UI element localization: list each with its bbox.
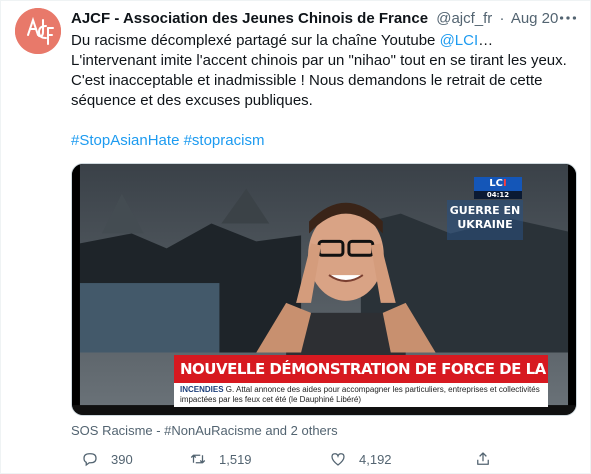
topic-line-2: UKRAINE — [457, 218, 513, 231]
ticker-text: G. Attal annonce des aides pour accompag… — [180, 385, 540, 404]
news-headline: NOUVELLE DÉMONSTRATION DE FORCE DE LA CH… — [174, 355, 548, 383]
share-button[interactable] — [474, 450, 504, 468]
retweet-button[interactable]: 1,519 — [189, 450, 252, 468]
reply-button[interactable]: 390 — [81, 450, 133, 468]
video-player[interactable]: LCI 04:12 GUERRE EN UKRAINE NOUVELLE DÉM… — [71, 163, 577, 416]
share-icon — [477, 452, 489, 465]
retweet-icon — [190, 454, 206, 464]
avatar[interactable] — [15, 8, 61, 54]
reply-icon — [83, 453, 97, 467]
topic-line-1: GUERRE EN — [449, 204, 521, 217]
hashtag-stopasianhate[interactable]: #StopAsianHate — [71, 132, 179, 149]
tweet-text-part1: Du racisme décomplexé partagé sur la cha… — [71, 32, 440, 49]
channel-logo-right: I — [502, 178, 507, 189]
topic-tag: GUERRE EN UKRAINE — [447, 200, 523, 240]
author-handle[interactable]: @ajcf_fr — [436, 10, 492, 27]
author-name[interactable]: AJCF - Association des Jeunes Chinois de… — [71, 10, 428, 27]
reply-count: 390 — [111, 451, 133, 467]
ticker-label: INCENDIES — [180, 385, 224, 394]
tweet-date[interactable]: Aug 20 — [511, 10, 559, 27]
ajcf-logo — [15, 8, 61, 54]
separator-dot: · — [499, 10, 505, 27]
mention-link[interactable]: @LCI — [440, 32, 479, 49]
more-icon[interactable] — [557, 7, 579, 29]
like-button[interactable]: 4,192 — [329, 450, 392, 468]
tweet-text: Du racisme décomplexé partagé sur la cha… — [71, 31, 576, 151]
like-icon — [331, 453, 345, 466]
hashtag-stopracism[interactable]: #stopracism — [184, 132, 265, 149]
channel-time: 04:12 — [474, 191, 522, 199]
news-ticker: INCENDIES G. Attal annonce des aides pou… — [174, 383, 548, 407]
channel-logo-left: LC — [489, 178, 503, 189]
like-count: 4,192 — [359, 451, 392, 467]
tweet-header: AJCF - Association des Jeunes Chinois de… — [71, 10, 579, 30]
social-context[interactable]: SOS Racisme - #NonAuRacisme and 2 others — [71, 423, 338, 438]
channel-logo: LCI — [474, 177, 522, 191]
tweet-actions: 390 1,519 4,192 — [71, 450, 577, 470]
retweet-count: 1,519 — [219, 451, 252, 467]
channel-badge: LCI 04:12 — [474, 177, 522, 199]
